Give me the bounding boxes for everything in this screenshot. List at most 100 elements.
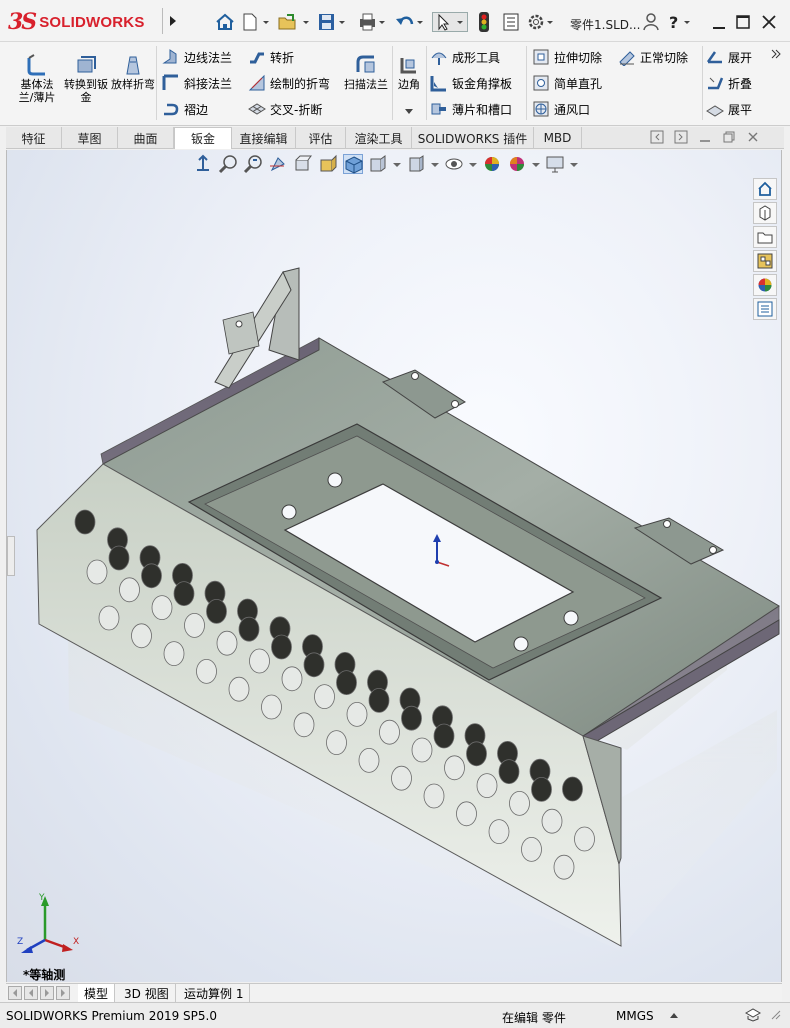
vent-button[interactable]: 通风口 (532, 98, 590, 120)
view-palette-icon[interactable] (753, 250, 777, 272)
user-account-icon[interactable] (640, 12, 662, 32)
miter-flange-icon (162, 74, 180, 92)
panel-expand-icon[interactable] (674, 130, 688, 147)
corner-dropdown-arrow-icon[interactable] (394, 105, 424, 118)
cross-break-label: 交叉-折断 (270, 102, 323, 117)
unit-system-dropdown-arrow-icon[interactable] (670, 1009, 678, 1023)
open-document-icon[interactable] (276, 12, 312, 32)
corner-button[interactable]: 边角 (394, 54, 424, 118)
perforation-hole (531, 777, 552, 802)
perforation-hole (358, 748, 380, 773)
options-gear-icon[interactable] (526, 12, 558, 32)
design-library-icon[interactable] (753, 202, 777, 224)
sketched-bend-button[interactable]: 绘制的折弯 (248, 72, 330, 94)
tab-direct-editing[interactable]: 直接编辑 (232, 127, 296, 149)
miter-flange-button[interactable]: 斜接法兰 (162, 72, 232, 94)
tab-sheet-metal[interactable]: 钣金 (174, 127, 232, 149)
unit-system-selector[interactable]: MMGS (616, 1009, 654, 1023)
close-icon[interactable] (758, 12, 780, 32)
scroll-prev-icon[interactable] (24, 986, 38, 1003)
tab-and-slot-button[interactable]: 薄片和槽口 (430, 98, 512, 120)
tab-surfaces[interactable]: 曲面 (118, 127, 174, 149)
solidworks-logo[interactable]: 3S SOLIDWORKS (8, 6, 160, 38)
print-icon[interactable] (356, 12, 388, 32)
unfold-icon (706, 48, 724, 66)
solidworks-resources-home-icon[interactable] (753, 178, 777, 200)
convert-to-sheet-metal-button[interactable]: 转换到钣金 (63, 54, 109, 104)
normal-cut-label: 正常切除 (640, 50, 689, 65)
ribbon-more-chevron-icon[interactable] (770, 48, 782, 63)
perforation-hole (423, 783, 445, 809)
rebuild-traffic-light-icon[interactable] (476, 12, 492, 32)
maximize-icon[interactable] (732, 12, 754, 32)
perforation-hole (401, 705, 422, 731)
file-properties-icon[interactable] (500, 12, 522, 32)
custom-properties-icon[interactable] (753, 298, 777, 320)
new-document-icon[interactable] (240, 12, 270, 32)
perforation-hole (151, 595, 173, 621)
extruded-cut-button[interactable]: 拉伸切除 (532, 46, 602, 68)
swept-flange-button[interactable]: 扫描法兰 (342, 54, 390, 91)
hem-button[interactable]: 褶边 (162, 98, 208, 120)
ribbon-separator (426, 46, 427, 120)
sheet-metal-gusset-label: 钣金角撑板 (452, 76, 513, 91)
simple-hole-button[interactable]: 简单直孔 (532, 72, 602, 94)
tab-mbd[interactable]: MBD (534, 127, 582, 149)
jog-label: 转折 (270, 50, 295, 65)
view-minimize-icon[interactable] (698, 130, 712, 147)
quick-tips-icon[interactable] (744, 1007, 762, 1026)
help-icon[interactable]: ? (664, 12, 698, 32)
graphics-viewport[interactable]: Y X Z *等轴测 (6, 150, 782, 982)
perforation-hole (238, 616, 260, 642)
perforation-hole (574, 826, 595, 852)
flatten-button[interactable]: 展平 (706, 98, 752, 120)
base-flange-button[interactable]: 基体法兰/薄片 (14, 54, 60, 104)
jog-button[interactable]: 转折 (248, 46, 294, 68)
tab-model[interactable]: 模型 (78, 984, 116, 1002)
view-restore-icon[interactable] (722, 130, 736, 147)
select-pointer-icon[interactable] (432, 12, 468, 32)
product-version-text: SOLIDWORKS Premium 2019 SP5.0 (6, 1009, 217, 1023)
view-close-icon[interactable] (746, 130, 760, 147)
sheet-metal-part-model[interactable] (7, 150, 782, 982)
extruded-cut-icon (532, 48, 550, 66)
task-pane-tabs (753, 178, 779, 322)
fold-button[interactable]: 折叠 (706, 72, 752, 94)
tab-solidworks-addins[interactable]: SOLIDWORKS 插件 (412, 127, 534, 149)
forming-tool-button[interactable]: 成形工具 (430, 46, 500, 68)
scroll-last-icon[interactable] (56, 986, 70, 1003)
save-icon[interactable] (316, 12, 348, 32)
scroll-next-icon[interactable] (40, 986, 54, 1003)
perforation-hole (346, 702, 368, 727)
normal-cut-button[interactable]: 正常切除 (618, 46, 688, 68)
swept-flange-icon (355, 54, 377, 76)
minimize-icon[interactable] (708, 12, 730, 32)
perforation-hole (74, 509, 96, 535)
sheet-metal-gusset-button[interactable]: 钣金角撑板 (430, 72, 512, 94)
edge-flange-icon (162, 48, 180, 66)
tab-3d-views[interactable]: 3D 视图 (118, 984, 176, 1002)
home-icon[interactable] (214, 12, 236, 32)
cross-break-icon (248, 100, 266, 118)
tab-motion-study-1[interactable]: 运动算例 1 (178, 984, 251, 1002)
tab-features[interactable]: 特征 (6, 127, 62, 149)
tab-sketch[interactable]: 草图 (62, 127, 118, 149)
lofted-bend-button[interactable]: 放样折弯 (110, 54, 156, 91)
menu-expand-arrow-icon[interactable] (162, 8, 182, 34)
perforation-hole (206, 598, 227, 624)
jog-icon (248, 48, 266, 66)
unfold-button[interactable]: 展开 (706, 46, 752, 68)
file-explorer-folder-icon[interactable] (753, 226, 777, 248)
tab-evaluate[interactable]: 评估 (296, 127, 346, 149)
cross-break-button[interactable]: 交叉-折断 (248, 98, 322, 120)
edge-flange-button[interactable]: 边线法兰 (162, 46, 232, 68)
extruded-cut-label: 拉伸切除 (554, 50, 603, 65)
perforation-hole (141, 563, 162, 589)
ribbon-separator (702, 46, 703, 120)
undo-icon[interactable] (394, 12, 426, 32)
appearances-scenes-icon[interactable] (753, 274, 777, 296)
panel-toggle-icon[interactable] (650, 130, 664, 147)
tab-render-tools[interactable]: 渲染工具 (346, 127, 412, 149)
perforation-hole (293, 712, 315, 738)
scroll-first-icon[interactable] (8, 986, 22, 1003)
